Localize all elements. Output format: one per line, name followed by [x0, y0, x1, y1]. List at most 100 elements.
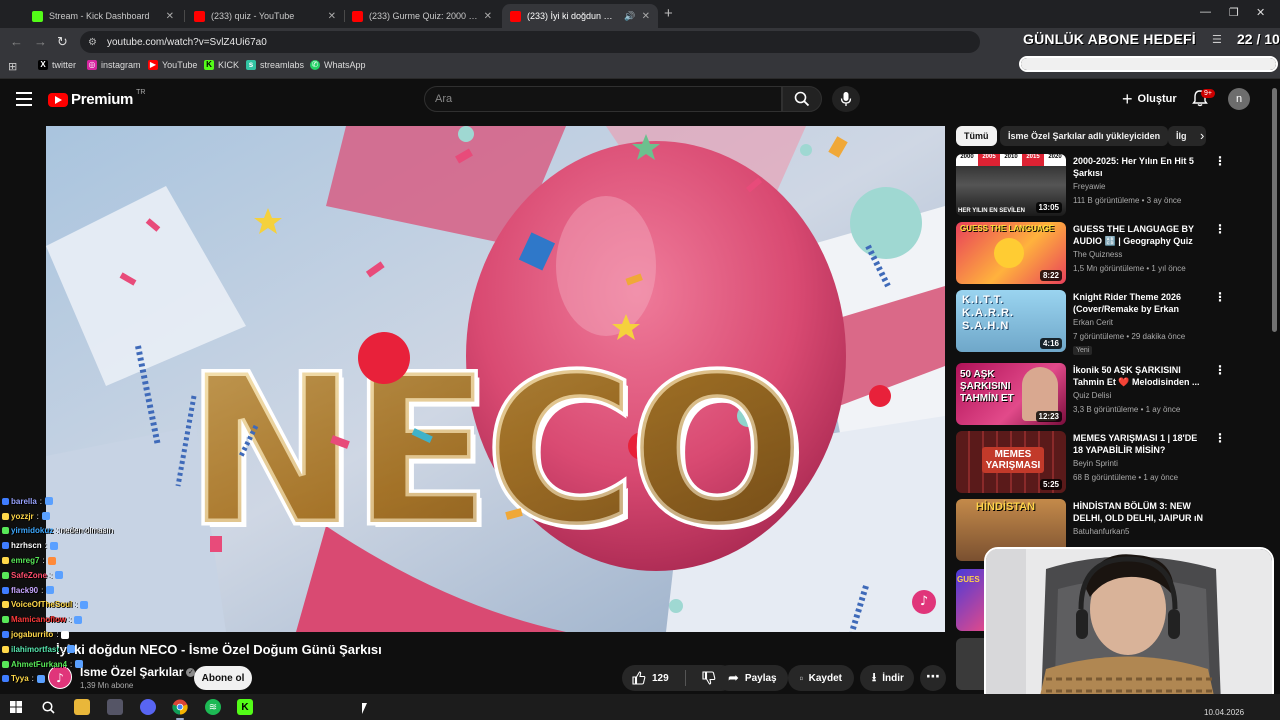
forward-icon[interactable]: →	[34, 34, 47, 49]
recommendation-item[interactable]: GUESS THE LANGUAGE 8:22 GUESS THE LANGUA…	[956, 222, 1226, 286]
chat-username[interactable]: SafeZone	[11, 571, 47, 580]
bookmark-kick[interactable]: K KICK	[204, 60, 239, 70]
recommendation-title[interactable]: GUESS THE LANGUAGE BY AUDIO 🔠 | Geograph…	[1073, 223, 1205, 247]
chat-username[interactable]: AhmetFurkan4	[11, 660, 67, 669]
url-text[interactable]: youtube.com/watch?v=SvlZ4Ui67a0	[107, 37, 267, 48]
search-button[interactable]	[782, 86, 822, 112]
new-tab-button[interactable]: +	[664, 5, 673, 22]
like-button[interactable]: 129	[622, 665, 679, 691]
bookmark-twitter[interactable]: X twitter	[38, 60, 76, 70]
channel-watermark-icon[interactable]: ♪	[912, 590, 936, 614]
download-button[interactable]: ⭳ İndir	[860, 665, 914, 691]
more-options-icon[interactable]: ⋮	[1214, 290, 1226, 304]
recommendation-item[interactable]: 2000 2005 2010 2015 2020 HER YILIN EN SE…	[956, 154, 1226, 218]
bookmark-instagram[interactable]: ◎ instagram	[87, 60, 141, 70]
recommendation-title[interactable]: 2000-2025: Her Yılın En Hit 5 Şarkısı	[1073, 155, 1205, 179]
chrome-icon[interactable]	[172, 699, 188, 720]
recommendation-channel[interactable]: Erkan Cerit	[1073, 318, 1113, 327]
chat-username[interactable]: yozzjr	[11, 512, 34, 521]
recommendation-title[interactable]: Knight Rider Theme 2026 (Cover/Remake by…	[1073, 291, 1205, 315]
bookmark-label: WhatsApp	[324, 60, 366, 70]
minimize-icon[interactable]: —	[1200, 6, 1211, 18]
bookmark-whatsapp[interactable]: ✆ WhatsApp	[310, 60, 366, 70]
chat-username[interactable]: VoiceOfTheSoul	[11, 600, 72, 609]
recommendation-channel[interactable]: Batuhanfurkan5	[1073, 527, 1130, 536]
close-icon[interactable]: ✕	[484, 11, 492, 22]
site-info-icon[interactable]: ⚙	[88, 37, 97, 48]
discord-icon[interactable]	[140, 699, 156, 715]
page-scrollbar[interactable]	[1272, 88, 1277, 332]
more-options-icon[interactable]: ⋮	[1214, 363, 1226, 377]
speaker-icon[interactable]: 🔊	[624, 11, 635, 22]
youtube-premium-logo[interactable]: Premium TR	[48, 89, 145, 108]
bookmark-youtube[interactable]: ▶ YouTube	[148, 60, 197, 70]
spotify-icon[interactable]: ≋	[205, 699, 221, 715]
recommendation-channel[interactable]: Freyawie	[1073, 182, 1105, 191]
more-options-icon[interactable]: ⋮	[1214, 222, 1226, 236]
chat-username[interactable]: flack90	[11, 586, 38, 595]
recommendation-title[interactable]: HİNDİSTAN BÖLÜM 3: NEW DELHI, OLD DELHI,…	[1073, 500, 1205, 524]
video-thumbnail[interactable]: GUES	[956, 569, 986, 631]
create-button[interactable]: + Oluştur	[1114, 86, 1185, 112]
window-close-icon[interactable]: ✕	[1256, 6, 1265, 19]
video-thumbnail[interactable]: K.I.T.T. K.A.R.R. S.A.H.N 4:16	[956, 290, 1066, 352]
chip-from-uploader[interactable]: İsme Özel Şarkılar adlı yükleyiciden	[1000, 126, 1169, 146]
account-avatar[interactable]: n	[1228, 88, 1250, 110]
recommendation-title[interactable]: MEMES YARIŞMASI 1 | 18'DE 18 YAPABİLİR M…	[1073, 432, 1205, 456]
apps-grid-icon[interactable]: ⊞	[8, 60, 17, 73]
tab-gurme-quiz[interactable]: (233) Gurme Quiz: 2000 - 2026 ✕	[344, 4, 500, 28]
omnibox[interactable]: ⚙ youtube.com/watch?v=SvlZ4Ui67a0	[80, 31, 980, 53]
more-actions-icon[interactable]: ⋯	[920, 665, 946, 691]
back-icon[interactable]: ←	[10, 34, 23, 49]
windows-taskbar: ≋ K	[0, 694, 1280, 720]
more-options-icon[interactable]: ⋮	[1214, 431, 1226, 445]
reload-icon[interactable]: ↻	[57, 34, 68, 50]
search-input[interactable]	[424, 86, 782, 112]
chat-username[interactable]: jogaburrito	[11, 630, 53, 639]
recommendation-title[interactable]: İkonik 50 AŞK ŞARKISINI Tahmin Et ❤️ Mel…	[1073, 364, 1205, 388]
chat-username[interactable]: yirmidokuz	[11, 526, 53, 535]
tab-neco-video[interactable]: (233) İyi ki doğdun NECO - 🔊 ✕	[502, 4, 658, 28]
video-thumbnail[interactable]: 50 AŞK ŞARKISINI TAHMİN ET 12:23	[956, 363, 1066, 425]
video-thumbnail[interactable]: GUESS THE LANGUAGE 8:22	[956, 222, 1066, 284]
chat-username[interactable]: Mamicanoflow	[11, 615, 66, 624]
recommendation-channel[interactable]: The Quizness	[1073, 250, 1122, 259]
chat-username[interactable]: ilahimortfast	[11, 645, 59, 654]
search-icon[interactable]	[40, 699, 56, 715]
recommendation-channel[interactable]: Quiz Delisi	[1073, 391, 1111, 400]
queue-icon[interactable]: ☰	[1212, 33, 1222, 46]
file-explorer-icon[interactable]	[74, 699, 90, 715]
tab-quiz-youtube[interactable]: (233) quiz - YouTube ✕	[186, 4, 344, 28]
close-icon[interactable]: ✕	[166, 11, 174, 22]
video-thumbnail[interactable]: 2000 2005 2010 2015 2020 HER YILIN EN SE…	[956, 154, 1066, 216]
recommendation-item[interactable]: MEMES YARIŞMASI 5:25 MEMES YARIŞMASI 1 |…	[956, 431, 1226, 495]
recommendation-item[interactable]: K.I.T.T. K.A.R.R. S.A.H.N 4:16 Knight Ri…	[956, 290, 1226, 355]
chip-all[interactable]: Tümü	[956, 126, 997, 146]
share-button[interactable]: ➦ Paylaş	[716, 665, 788, 691]
menu-icon[interactable]	[16, 92, 32, 106]
save-button[interactable]: Kaydet	[788, 665, 854, 691]
close-icon[interactable]: ✕	[642, 11, 650, 22]
video-duration: 4:16	[1039, 338, 1062, 349]
chevron-right-icon[interactable]: ›	[1200, 128, 1204, 143]
video-thumbnail[interactable]	[956, 638, 986, 690]
voice-search-button[interactable]	[832, 86, 860, 112]
recommendation-item[interactable]: 50 AŞK ŞARKISINI TAHMİN ET 12:23 İkonik …	[956, 363, 1226, 427]
recommendation-channel[interactable]: Beyin Sprinti	[1073, 459, 1118, 468]
restore-icon[interactable]: ❐	[1229, 6, 1239, 19]
chat-username[interactable]: barella	[11, 497, 37, 506]
bookmark-streamlabs[interactable]: s streamlabs	[246, 60, 304, 70]
chat-username[interactable]: emreg7	[11, 556, 39, 565]
chat-username[interactable]: Tyya	[11, 674, 29, 683]
close-icon[interactable]: ✕	[328, 11, 336, 22]
tab-kick-dashboard[interactable]: Stream - Kick Dashboard ✕	[24, 4, 182, 28]
chat-username[interactable]: hzrhscn	[11, 541, 42, 550]
app-icon[interactable]	[107, 699, 123, 715]
kick-icon[interactable]: K	[237, 699, 253, 715]
chat-message: ilahimortfast:	[2, 642, 302, 657]
chat-message: VoiceOfTheSoul:	[2, 598, 302, 613]
windows-start-icon[interactable]	[8, 699, 24, 715]
chat-message: yozzjr:	[2, 509, 302, 524]
more-options-icon[interactable]: ⋮	[1214, 154, 1226, 168]
video-thumbnail[interactable]: MEMES YARIŞMASI 5:25	[956, 431, 1066, 493]
